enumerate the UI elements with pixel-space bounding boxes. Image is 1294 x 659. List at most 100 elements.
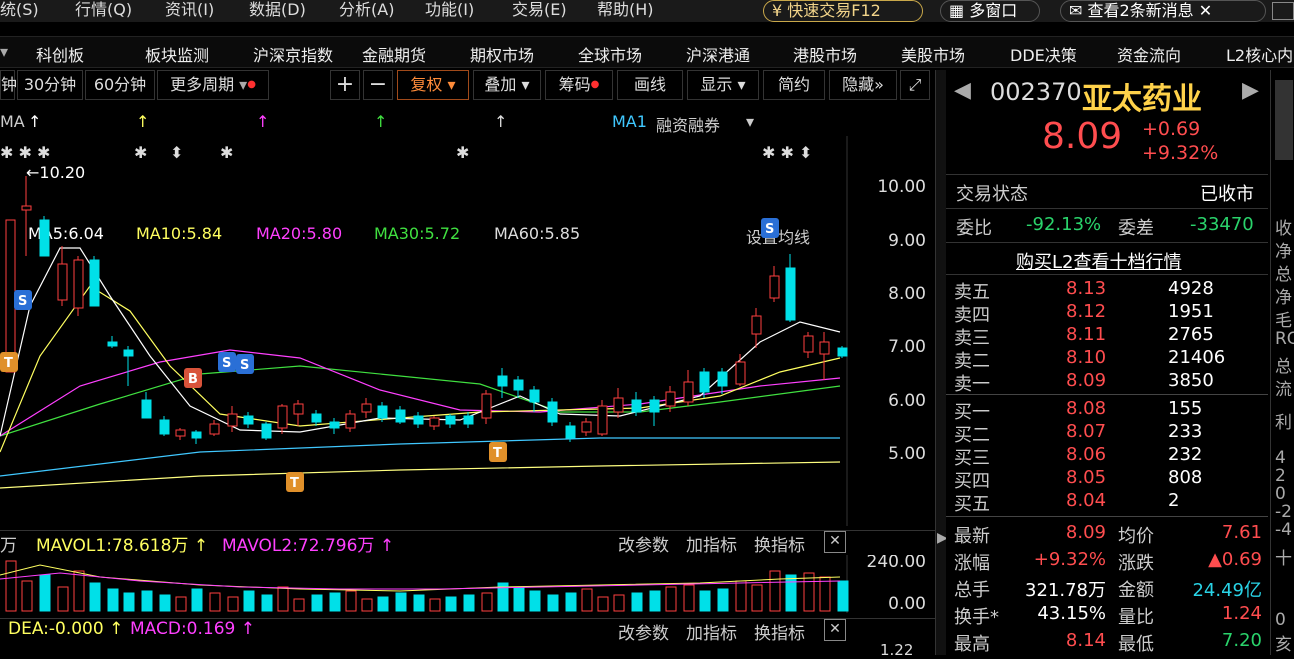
stock-change: +0.69 bbox=[1142, 118, 1201, 140]
trade-status-label: 交易状态 bbox=[956, 184, 1028, 205]
side-label: 净 bbox=[1275, 288, 1292, 308]
candle-body bbox=[141, 399, 152, 419]
candle-body bbox=[597, 405, 608, 435]
menu-data[interactable]: 数据(D) bbox=[249, 0, 306, 20]
candle-body bbox=[529, 389, 540, 403]
volume-bar bbox=[699, 590, 711, 612]
side-label: 总 bbox=[1275, 357, 1292, 377]
tab-hk[interactable]: 港股市场 bbox=[793, 42, 857, 66]
menu-quote[interactable]: 行情(Q) bbox=[75, 0, 132, 20]
period-30m-button[interactable]: 30分钟 bbox=[17, 70, 83, 100]
hide-button[interactable]: 隐藏» bbox=[829, 70, 897, 100]
window-icon[interactable] bbox=[1272, 2, 1294, 20]
period-60m-button[interactable]: 60分钟 bbox=[85, 70, 155, 100]
adjust-right-button[interactable]: 复权 ▾ bbox=[397, 70, 469, 100]
mavol2-value: MAVOL2:72.796万 ↑ bbox=[222, 536, 395, 556]
macd-change-param[interactable]: 改参数 bbox=[618, 619, 669, 644]
order-price: 8.08 bbox=[1066, 398, 1107, 419]
tab-fund-flow[interactable]: 资金流向 bbox=[1117, 42, 1181, 66]
ma10-line bbox=[0, 285, 841, 453]
mavol1-line bbox=[0, 564, 841, 592]
order-label: 买五 bbox=[954, 494, 990, 515]
multi-window-label: 多窗口 bbox=[969, 1, 1018, 20]
ma-settings-button[interactable]: 设置均线 ▾ bbox=[746, 112, 810, 247]
more-periods-button[interactable]: 更多周期 ▾● bbox=[157, 70, 269, 100]
zoom-out-button[interactable]: − bbox=[363, 70, 393, 100]
menu-help[interactable]: 帮助(H) bbox=[597, 0, 654, 20]
side-bottom: 十 bbox=[1275, 549, 1292, 569]
notification-button[interactable]: ✉ 查看2条新消息 ✕ bbox=[1060, 0, 1266, 22]
chevron-down-icon: ▾ bbox=[447, 75, 456, 94]
display-button[interactable]: 显示 ▾ bbox=[687, 70, 759, 100]
candle-body bbox=[293, 403, 304, 415]
buy-l2-link[interactable]: 购买L2查看十档行情 bbox=[1016, 248, 1181, 274]
tab-star-market[interactable]: 科创板 bbox=[36, 42, 84, 66]
candlestick-chart[interactable]: ✱ ✱ ✱ ✱ ⬍ ✱ ✱ ✱ ✱ ⬍ 10.00 9.00 8.00 7.00 6… bbox=[0, 136, 935, 526]
simple-button[interactable]: 简约 bbox=[763, 70, 825, 100]
side-scroll-handle[interactable] bbox=[1275, 80, 1293, 160]
tab-sector-monitor[interactable]: 板块监测 bbox=[145, 42, 209, 66]
volume-bar bbox=[665, 586, 677, 612]
side-info-column: 收净总净毛RO总流利420-2-4十0亥 bbox=[1270, 70, 1294, 655]
candle-body bbox=[123, 349, 134, 357]
volume-bar bbox=[227, 596, 239, 612]
divider bbox=[946, 208, 1268, 209]
tab-global[interactable]: 全球市场 bbox=[578, 42, 642, 66]
event-markers[interactable]: ✱ ✱ ✱ ✱ ⬍ ✱ ✱ ✱ ✱ ⬍ bbox=[0, 143, 812, 162]
tab-dde[interactable]: DDE决策 bbox=[1010, 42, 1077, 66]
menu-system[interactable]: 统(S) bbox=[0, 0, 39, 20]
margin-trading-label[interactable]: 融资融券 bbox=[656, 112, 720, 136]
menu-news[interactable]: 资讯(I) bbox=[165, 0, 214, 20]
menu-trade[interactable]: 交易(E) bbox=[512, 0, 567, 20]
draw-line-button[interactable]: 画线 bbox=[617, 70, 683, 100]
tab-index[interactable]: 沪深京指数 bbox=[253, 42, 333, 66]
macd-switch-indicator[interactable]: 换指标 bbox=[754, 619, 805, 644]
next-stock-icon[interactable]: ▶ bbox=[1242, 78, 1259, 103]
tab-connect[interactable]: 沪深港通 bbox=[686, 42, 750, 66]
macd-add-indicator[interactable]: 加指标 bbox=[686, 619, 737, 644]
menu-analysis[interactable]: 分析(A) bbox=[339, 0, 394, 20]
candle-body bbox=[191, 431, 202, 439]
divider bbox=[946, 394, 1268, 395]
volume-bar bbox=[57, 586, 69, 612]
close-icon[interactable]: ✕ bbox=[824, 531, 846, 553]
volume-bar bbox=[481, 592, 493, 612]
high-price-marker: ←10.20 bbox=[26, 163, 85, 182]
tab-l2[interactable]: L2核心内 bbox=[1226, 42, 1293, 66]
ma10-value: MA10:5.84 ↑ bbox=[136, 112, 223, 243]
menu-function[interactable]: 功能(I) bbox=[425, 0, 474, 20]
volume-change-param[interactable]: 改参数 bbox=[618, 531, 669, 556]
close-icon[interactable]: ✕ bbox=[824, 619, 846, 641]
panel-splitter[interactable]: ▶ bbox=[935, 70, 948, 655]
fullscreen-icon[interactable]: ⤢ bbox=[900, 70, 930, 100]
volume-chart[interactable]: 240.00 0.00 bbox=[0, 555, 935, 613]
side-label: 净 bbox=[1275, 242, 1292, 262]
message-icon: ✉ bbox=[1069, 1, 1083, 20]
chips-button[interactable]: 筹码● bbox=[545, 70, 613, 100]
zoom-in-button[interactable]: + bbox=[330, 70, 360, 100]
volume-add-indicator[interactable]: 加指标 bbox=[686, 531, 737, 556]
tab-financial-futures[interactable]: 金融期货 bbox=[362, 42, 426, 66]
overlay-button[interactable]: 叠加 ▾ bbox=[473, 70, 541, 100]
volume-bar bbox=[243, 590, 255, 612]
candles bbox=[5, 176, 848, 444]
yen-icon: ¥ bbox=[772, 1, 783, 20]
ma20-value: MA20:5.80 ↑ bbox=[256, 112, 343, 243]
period-minute-button[interactable]: 钟 bbox=[0, 70, 17, 100]
candle-body bbox=[581, 421, 592, 433]
tab-options[interactable]: 期权市场 bbox=[470, 42, 534, 66]
divider bbox=[946, 274, 1268, 275]
multi-window-button[interactable]: ▦ 多窗口 bbox=[940, 0, 1040, 22]
close-icon[interactable]: ✕ bbox=[1199, 1, 1212, 20]
side-number: 2 bbox=[1275, 466, 1286, 486]
tab-us[interactable]: 美股市场 bbox=[901, 42, 965, 66]
tab-dropdown-icon[interactable]: ▾ bbox=[0, 42, 8, 61]
divider bbox=[946, 174, 1268, 175]
quick-trade-button[interactable]: ¥ 快速交易F12 bbox=[763, 0, 923, 22]
volume-bar bbox=[311, 594, 323, 612]
volume-bar bbox=[429, 598, 441, 612]
volume-switch-indicator[interactable]: 换指标 bbox=[754, 531, 805, 556]
trade-signals[interactable]: S S S B S T T T bbox=[0, 218, 779, 492]
prev-stock-icon[interactable]: ◀ bbox=[954, 78, 971, 103]
svg-text:✱ ✱ ✱: ✱ ✱ ✱ bbox=[0, 143, 50, 162]
